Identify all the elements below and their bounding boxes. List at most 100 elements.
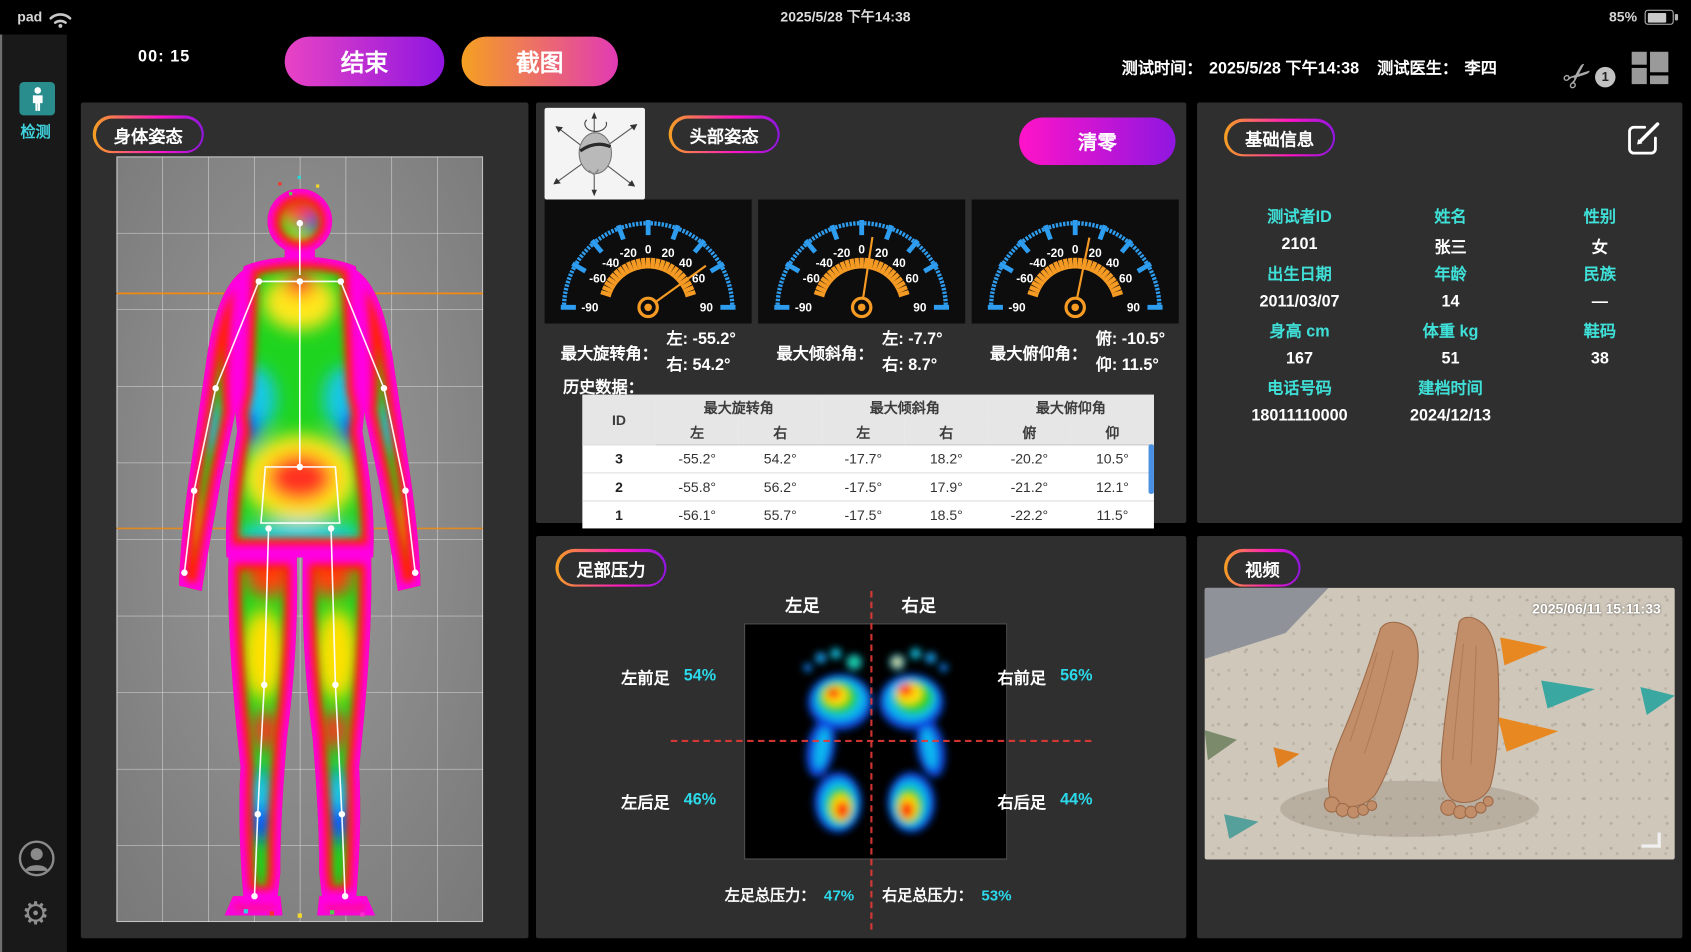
right-total-value: 53% [981, 886, 1011, 903]
svg-text:60: 60 [1119, 272, 1133, 286]
body-posture-title: 身体姿态 [95, 118, 201, 150]
right-rearfoot-value: 44% [1060, 790, 1092, 808]
screenshot-button[interactable]: 截图 [462, 37, 618, 87]
edit-icon[interactable] [1624, 116, 1665, 157]
svg-text:40: 40 [1106, 256, 1120, 270]
col-id: ID [582, 395, 655, 445]
svg-text:90: 90 [1127, 301, 1141, 315]
svg-text:-20: -20 [620, 246, 638, 260]
table-row: 2 -55.8°56.2° -17.5°17.9° -21.2°12.1° [582, 473, 1154, 501]
metric-right-value: 右: 8.7° [882, 353, 942, 379]
left-foot-label: 左足 [770, 591, 835, 617]
left-rearfoot-label: 左后足 [621, 790, 670, 813]
user-account-icon[interactable] [17, 839, 56, 878]
battery-icon [1645, 10, 1674, 25]
svg-text:0: 0 [645, 242, 652, 256]
video-feed [1205, 588, 1675, 860]
test-time: 测试时间： 2025/5/28 下午14:38 [1122, 56, 1360, 79]
svg-text:0: 0 [1072, 242, 1079, 256]
subcol: 仰 [1071, 418, 1154, 444]
test-time-value: 2025/5/28 下午14:38 [1209, 56, 1359, 79]
status-datetime: 2025/5/28 下午14:38 [0, 0, 1691, 35]
subcol: 俯 [988, 418, 1071, 444]
head-posture-title: 头部姿态 [671, 118, 777, 150]
metric-label: 最大倾斜角： [776, 341, 873, 364]
subcol: 左 [656, 418, 739, 444]
head-posture-title-pill: 头部姿态 [669, 115, 780, 153]
end-button[interactable]: 结束 [285, 37, 445, 87]
left-forefoot-value: 54% [684, 666, 716, 684]
metric-left-value: 左: -55.2° [666, 327, 735, 353]
head-axes-diagram [545, 108, 645, 200]
svg-text:0: 0 [858, 242, 865, 256]
right-foot-label: 右足 [886, 591, 951, 617]
svg-text:90: 90 [700, 301, 714, 315]
col-group-rotation: 最大旋转角 [656, 395, 822, 419]
svg-text:-60: -60 [803, 272, 821, 286]
settings-gear-icon[interactable]: ⚙ [22, 895, 50, 933]
video-expand-icon[interactable] [1641, 833, 1660, 848]
svg-text:-90: -90 [1008, 301, 1026, 315]
video-title: 视频 [1227, 552, 1298, 584]
info-field: 体重 kg51 [1375, 319, 1526, 376]
table-scrollbar[interactable] [1149, 444, 1154, 494]
app-window: pad 2025/5/28 下午14:38 85% 检测 ⚙ 00: 15 结束… [0, 0, 1691, 952]
info-field: 民族— [1526, 262, 1674, 319]
layout-grid-icon[interactable] [1632, 52, 1669, 84]
sidebar-item-label: 检测 [2, 121, 69, 143]
table-row: 3 -55.2°54.2° -17.7°18.2° -20.2°10.5° [582, 445, 1154, 473]
svg-text:20: 20 [1089, 246, 1103, 260]
right-forefoot-label: 右前足 [998, 666, 1047, 689]
svg-text:40: 40 [893, 256, 907, 270]
svg-text:-40: -40 [816, 256, 834, 270]
svg-text:40: 40 [679, 256, 693, 270]
foot-center-horizontal-line [671, 740, 1092, 742]
basic-info-title-pill: 基础信息 [1224, 119, 1335, 157]
info-field: 性别女 [1526, 205, 1674, 262]
left-total-pressure: 左足总压力： 47% [725, 884, 854, 906]
svg-text:-90: -90 [581, 301, 599, 315]
status-bar: pad 2025/5/28 下午14:38 85% [0, 0, 1691, 35]
svg-text:20: 20 [661, 246, 675, 260]
metric-left-value: 左: -7.7° [882, 327, 942, 353]
sidebar: 检测 ⚙ [0, 35, 67, 952]
max-tilt-metric: 最大倾斜角： 左: -7.7° 右: 8.7° [776, 327, 942, 379]
doctor-label: 测试医生： [1377, 56, 1458, 79]
info-field: 身高 cm167 [1224, 319, 1375, 376]
max-rotation-metric: 最大旋转角： 左: -55.2° 右: 54.2° [561, 327, 736, 379]
metric-up-value: 仰: 11.5° [1096, 353, 1165, 379]
sidebar-item-detect[interactable] [19, 82, 55, 115]
metric-right-value: 右: 54.2° [666, 353, 735, 379]
metric-label: 最大旋转角： [561, 341, 658, 364]
foot-center-vertical-line [870, 591, 872, 930]
right-rearfoot-label: 右后足 [998, 790, 1047, 813]
max-pitch-metric: 最大俯仰角： 俯: -10.5° 仰: 11.5° [990, 327, 1165, 379]
clear-button[interactable]: 清零 [1019, 118, 1175, 165]
info-field: 出生日期2011/03/07 [1224, 262, 1375, 319]
foot-pressure-title: 足部压力 [558, 552, 664, 584]
pitch-gauge: -90-60-40-20020406090 [972, 200, 1179, 324]
video-title-pill: 视频 [1224, 549, 1301, 587]
body-posture-title-pill: 身体姿态 [93, 115, 204, 153]
info-field: 姓名张三 [1375, 205, 1526, 262]
svg-text:60: 60 [906, 272, 920, 286]
col-group-tilt: 最大倾斜角 [822, 395, 988, 419]
svg-text:-40: -40 [602, 256, 620, 270]
svg-text:-40: -40 [1029, 256, 1047, 270]
scissors-badge: 1 [1595, 67, 1615, 87]
battery-percent: 85% [1609, 0, 1637, 35]
test-doctor: 测试医生： 李四 [1377, 56, 1497, 79]
svg-text:-20: -20 [1047, 246, 1065, 260]
subcol: 右 [905, 418, 988, 444]
col-group-pitch: 最大俯仰角 [988, 395, 1154, 419]
svg-text:90: 90 [913, 301, 927, 315]
info-field: 电话号码18011110000 [1224, 376, 1375, 433]
doctor-value: 李四 [1465, 56, 1497, 79]
metric-down-value: 俯: -10.5° [1096, 327, 1165, 353]
basic-info-grid: 测试者ID2101 姓名张三 性别女 出生日期2011/03/07 年龄14 民… [1224, 205, 1674, 434]
table-row: 1 -56.1°55.7° -17.5°18.5° -22.2°11.5° [582, 501, 1154, 529]
right-total-pressure: 右足总压力：53% [882, 884, 1011, 906]
left-total-label: 左足总压力： [725, 886, 816, 903]
left-total-value: 47% [824, 886, 854, 903]
right-forefoot-value: 56% [1060, 666, 1092, 684]
